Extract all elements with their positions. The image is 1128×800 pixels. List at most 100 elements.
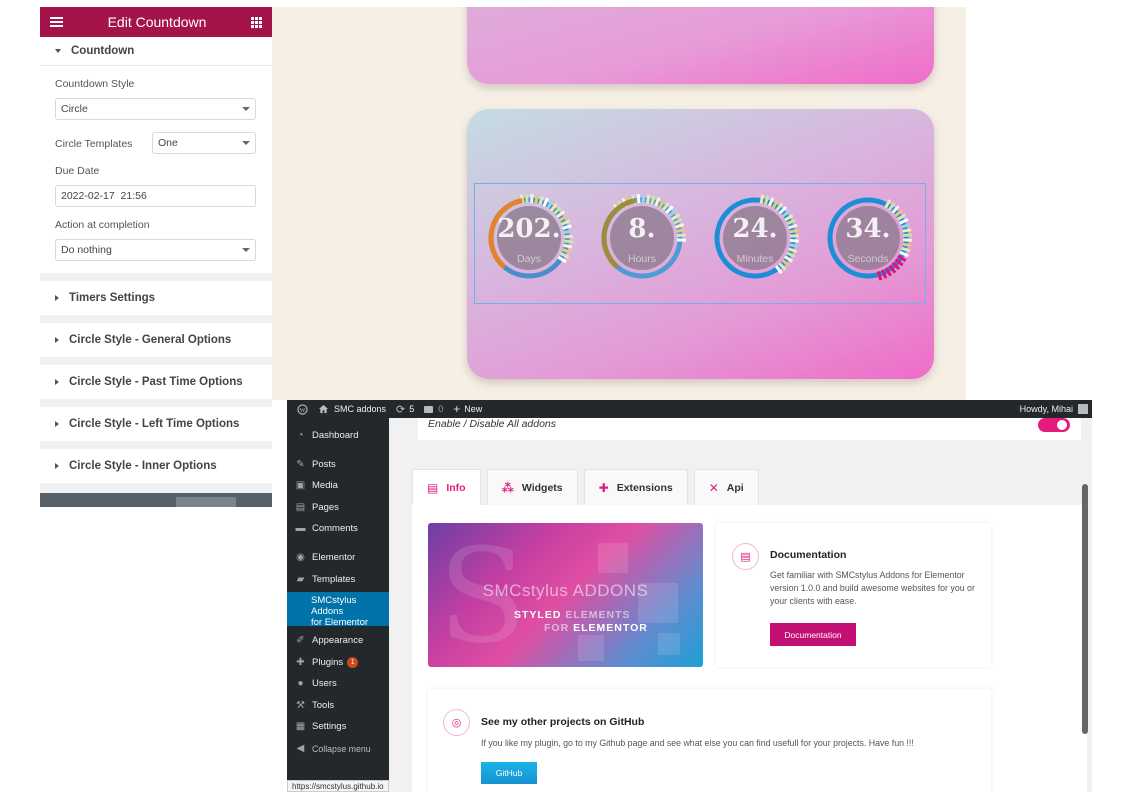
sidebar-item-label: SMCstylus Addons for Elementor <box>311 595 389 628</box>
sidebar-item-label: Media <box>312 480 338 491</box>
site-name: SMC addons <box>334 404 387 414</box>
caret-right-icon <box>55 337 59 343</box>
pages-icon: ▤ <box>295 502 306 513</box>
section-countdown-toggle[interactable]: Countdown <box>40 37 272 65</box>
document-icon: ▤ <box>732 543 759 570</box>
sidebar-item-label: Plugins <box>312 657 344 668</box>
caret-right-icon <box>55 421 59 427</box>
menu-icon[interactable] <box>50 17 63 27</box>
plugins-update-badge: 1 <box>347 657 359 668</box>
smc-line-1: SMCstylus Addons <box>311 595 357 617</box>
tab-extensions[interactable]: ✚ Extensions <box>583 469 688 505</box>
comments-link[interactable]: 0 <box>424 404 443 414</box>
update-button[interactable] <box>176 497 236 507</box>
documentation-text: Get familiar with SMCstylus Addons for E… <box>770 570 975 606</box>
countdown-style-select[interactable]: Circle <box>55 98 256 120</box>
banner-elements: ELEMENTS <box>565 609 631 621</box>
addons-banner-image: S SMCstylus ADDONS STYLED ELEMENTS FOR E… <box>428 523 703 667</box>
countdown-hours: 8. Hours <box>595 191 689 285</box>
sidebar-item-comments[interactable]: ▬ Comments <box>287 523 389 534</box>
tools-icon: ✕ <box>708 480 719 495</box>
document-icon: ▤ <box>427 480 439 495</box>
sidebar-item-elementor[interactable]: ◉ Elementor <box>287 552 389 563</box>
account-menu[interactable]: Howdy, Mihai <box>1020 400 1088 418</box>
sidebar-item-templates[interactable]: ▰ Templates <box>287 574 389 585</box>
documentation-card: ▤ Documentation Get familiar with SMCsty… <box>716 523 991 667</box>
countdown-style-label: Countdown Style <box>55 78 135 90</box>
tab-widgets[interactable]: ⁂ Widgets <box>486 469 578 505</box>
puzzle-icon: ✚ <box>598 480 609 495</box>
section-label: Circle Style - Inner Options <box>69 460 217 472</box>
comments-count: 0 <box>438 404 444 414</box>
tab-label: Api <box>726 481 744 494</box>
due-date-label: Due Date <box>55 165 100 177</box>
section-circle-left-time[interactable]: Circle Style - Left Time Options <box>40 407 272 441</box>
sidebar-item-users[interactable]: ● Users <box>287 678 389 689</box>
wrench-icon: ⚒ <box>296 700 305 711</box>
enable-all-toggle[interactable] <box>1038 418 1070 432</box>
sidebar-item-label: Elementor <box>312 552 356 563</box>
section-circle-general[interactable]: Circle Style - General Options <box>40 323 272 357</box>
media-icon: ▣ <box>295 480 306 491</box>
countdown-days: 202. Days <box>482 191 576 285</box>
countdown-unit: Hours <box>627 253 656 265</box>
timer-tick <box>529 194 534 204</box>
countdown-unit: Seconds <box>847 253 889 265</box>
timer-tick <box>645 194 651 204</box>
updates-count: 5 <box>409 404 415 414</box>
preview-canvas: 202. Days 8. Hours 24. Minutes 34. Secon… <box>272 7 966 400</box>
pin-icon: ✎ <box>296 459 305 470</box>
due-date-input[interactable]: 2022-02-17 21:56 <box>55 185 256 207</box>
caret-right-icon <box>55 379 59 385</box>
sidebar-item-plugins[interactable]: ✚ Plugins 1 <box>287 657 389 668</box>
sidebar-item-label: Collapse menu <box>312 743 371 754</box>
sidebar-item-dashboard[interactable]: ◔ Dashboard <box>287 430 389 441</box>
sidebar-item-tools[interactable]: ⚒ Tools <box>287 700 389 711</box>
action-label: Action at completion <box>55 219 150 231</box>
section-circle-inner[interactable]: Circle Style - Inner Options <box>40 449 272 483</box>
tab-info[interactable]: ▤ Info <box>412 469 481 505</box>
countdown-seconds: 34. Seconds <box>821 191 915 285</box>
timer-tick <box>902 242 912 248</box>
preview-card-top <box>467 7 934 84</box>
banner-styled: STYLED <box>514 609 562 621</box>
circle-templates-select[interactable]: One <box>152 132 256 154</box>
sidebar-item-settings[interactable]: ▦ Settings <box>287 721 389 732</box>
sidebar-item-pages[interactable]: ▤ Pages <box>287 502 389 513</box>
documentation-button[interactable]: Documentation <box>770 623 856 646</box>
sidebar-item-label: Settings <box>312 721 347 732</box>
tab-label: Info <box>446 481 466 494</box>
countdown-value: 8. <box>628 214 656 244</box>
updates-icon: ⟳ <box>396 403 406 416</box>
banner-decor-square <box>578 635 604 661</box>
sidebar-item-label: Tools <box>312 700 335 711</box>
circle-templates-label: Circle Templates <box>55 138 133 150</box>
sidebar-item-posts[interactable]: ✎ Posts <box>287 459 389 470</box>
wordpress-logo-icon[interactable]: W <box>297 403 308 415</box>
site-name-link[interactable]: SMC addons <box>318 404 386 414</box>
scrollbar[interactable] <box>1082 484 1088 734</box>
elementor-icon: ◉ <box>296 552 305 563</box>
panel-title: Edit Countdown <box>107 14 207 30</box>
section-timers-settings[interactable]: Timers Settings <box>40 281 272 315</box>
new-label: New <box>464 404 483 414</box>
sidebar-item-smcstylus[interactable]: SMCstylus Addons for Elementor <box>287 592 389 628</box>
sidebar-collapse-menu[interactable]: ◀ Collapse menu <box>287 743 389 754</box>
sidebar-item-media[interactable]: ▣ Media <box>287 480 389 491</box>
caret-down-icon <box>55 49 61 53</box>
banner-tagline-1: STYLED ELEMENTS <box>514 609 631 621</box>
action-select[interactable]: Do nothing <box>55 239 256 261</box>
section-label: Circle Style - Left Time Options <box>69 418 240 430</box>
sidebar-item-appearance[interactable]: ✐ Appearance <box>287 635 389 646</box>
new-content-link[interactable]: + New <box>453 403 482 415</box>
panel-header: Edit Countdown <box>40 7 272 37</box>
timer-tick <box>534 194 539 204</box>
addons-toggle-card: Enable / Disable All addons <box>418 418 1081 440</box>
user-icon: ● <box>297 678 304 689</box>
widgets-grid-icon[interactable] <box>251 16 262 28</box>
github-button[interactable]: GitHub <box>481 762 537 784</box>
updates-link[interactable]: ⟳ 5 <box>396 403 414 416</box>
section-circle-past-time[interactable]: Circle Style - Past Time Options <box>40 365 272 399</box>
tab-api[interactable]: ✕ Api <box>693 469 759 505</box>
folder-icon: ▰ <box>296 574 305 585</box>
